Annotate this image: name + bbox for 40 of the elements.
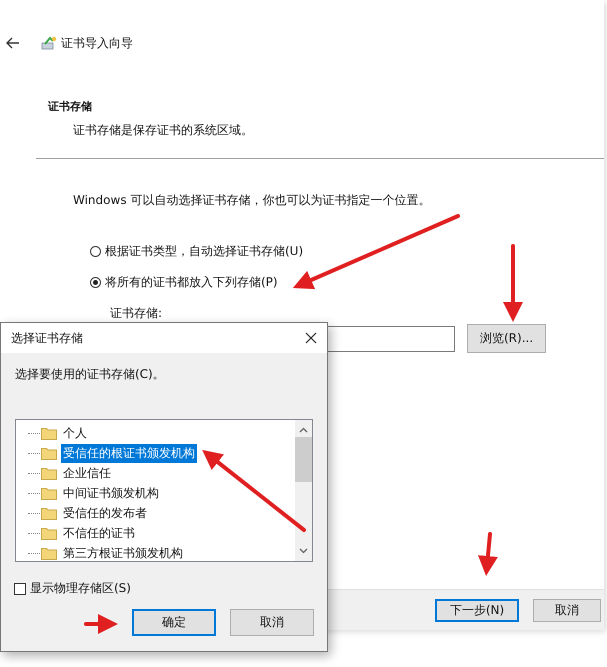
checkbox-label[interactable]: 显示物理存储区(S) <box>30 580 131 597</box>
radio-label[interactable]: 根据证书类型，自动选择证书存储(U) <box>105 243 304 260</box>
dialog-button[interactable]: 取消 <box>533 598 601 622</box>
tree-item[interactable]: 受信任的根证书颁发机构 <box>61 444 197 462</box>
tree-item[interactable]: 受信任的发布者 <box>61 504 149 522</box>
field-label: 证书存储: <box>110 305 164 322</box>
tree-item[interactable]: 第三方根证书颁发机构 <box>61 544 185 561</box>
scroll-up-icon[interactable] <box>299 427 308 433</box>
folder-icon <box>41 526 57 540</box>
certificate-icon <box>41 35 57 51</box>
folder-icon <box>41 546 57 560</box>
dialog-prompt: 选择要使用的证书存储(C)。 <box>15 366 166 383</box>
browse-button[interactable]: 浏览(R)... <box>467 324 546 353</box>
radio-label[interactable]: 将所有的证书都放入下列存储(P) <box>105 274 278 291</box>
tree-item[interactable]: 不信任的证书 <box>61 524 137 542</box>
checkbox[interactable] <box>14 582 26 594</box>
section-description: 证书存储是保存证书的系统区域。 <box>73 122 254 139</box>
folder-icon <box>41 506 57 520</box>
dialog-button[interactable]: 下一步(N) <box>435 598 519 622</box>
back-icon[interactable] <box>6 37 20 49</box>
annotation-arrow <box>478 532 498 576</box>
scrollbar[interactable] <box>295 420 312 561</box>
tree-item[interactable]: 企业信任 <box>61 464 113 482</box>
dialog-button[interactable]: 取消 <box>230 609 314 636</box>
close-icon[interactable] <box>305 332 317 344</box>
scroll-down-icon[interactable] <box>299 548 308 554</box>
folder-icon <box>41 486 57 500</box>
folder-icon <box>41 426 57 440</box>
dialog-button[interactable]: 确定 <box>132 609 216 636</box>
tree-item[interactable]: 中间证书颁发机构 <box>61 484 161 502</box>
folder-icon <box>41 446 57 460</box>
intro-text: Windows 可以自动选择证书存储，你也可以为证书指定一个位置。 <box>73 192 432 209</box>
folder-icon <box>41 466 57 480</box>
section-heading: 证书存储 <box>48 99 93 114</box>
window-title: 证书导入向导 <box>61 34 133 52</box>
radio-button[interactable] <box>90 246 101 257</box>
tree-item[interactable]: 个人 <box>61 424 89 442</box>
dialog-title: 选择证书存储 <box>11 330 83 346</box>
radio-button[interactable] <box>90 277 101 288</box>
annotation-arrow <box>84 614 118 634</box>
